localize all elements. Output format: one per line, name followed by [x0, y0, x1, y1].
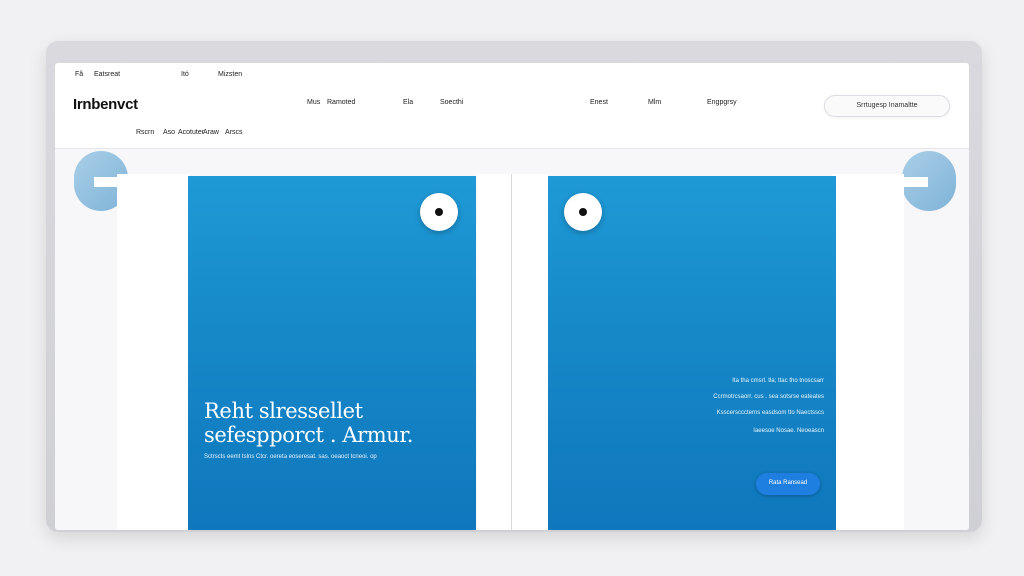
hero-headline-line2: sefespporct . Armur.	[204, 423, 414, 447]
main-nav-item[interactable]: Mlm	[648, 99, 661, 106]
card-copy-line: Ksscerscccterns easdsom tto Naectsscs	[716, 410, 824, 416]
main-nav-item[interactable]: Ela	[403, 99, 413, 106]
left-hero-card[interactable]: Reht slressellet sefespporct . Armur. Sc…	[188, 176, 476, 530]
search-input[interactable]: Srrtugesp Inamaltte	[824, 95, 950, 117]
sub-nav-item[interactable]: Araw	[203, 129, 219, 136]
top-nav-item[interactable]: Itó	[181, 71, 189, 78]
right-decor-shape	[902, 151, 956, 211]
content-stage: Reht slressellet sefespporct . Armur. Sc…	[55, 149, 969, 530]
toggle-dot-icon[interactable]	[420, 193, 458, 231]
search-label: Srrtugesp Inamaltte	[856, 102, 918, 109]
top-nav-item[interactable]: Mizsten	[218, 71, 242, 78]
toggle-dot-icon[interactable]	[564, 193, 602, 231]
browser-window: Fâ Eatsreat Itó Mizsten Irnbenvct Mus Ra…	[55, 63, 969, 530]
cta-button[interactable]: Rata Ransead	[756, 473, 820, 495]
card-copy-line: Ita tha cmsrl. tla; ttac tho tnoscsarr	[732, 378, 824, 384]
cta-label: Rata Ransead	[768, 480, 808, 486]
main-nav-item[interactable]: Ramoted	[327, 99, 355, 106]
hero-headline-line1: Reht slressellet	[204, 399, 363, 423]
right-hero-card[interactable]: Ita tha cmsrl. tla; ttac tho tnoscsarr C…	[548, 176, 836, 530]
sub-nav-item[interactable]: Arscs	[225, 129, 243, 136]
main-nav-item[interactable]: Soecthi	[440, 99, 463, 106]
sub-nav-item[interactable]: Rscrn	[136, 129, 154, 136]
top-nav-item[interactable]: Fâ	[75, 71, 83, 78]
card-copy-line: Iaeesoe Nosae. Neoeascn	[753, 428, 824, 434]
top-nav-item[interactable]: Eatsreat	[94, 71, 120, 78]
right-side-panel	[832, 174, 904, 530]
main-nav-item[interactable]: Mus	[307, 99, 320, 106]
right-gutter	[512, 174, 548, 530]
sub-nav-item[interactable]: Acotuter	[178, 129, 204, 136]
sub-nav-item[interactable]: Aso	[163, 129, 175, 136]
main-nav-item[interactable]: Engpgrsy	[707, 99, 737, 106]
site-header: Fâ Eatsreat Itó Mizsten Irnbenvct Mus Ra…	[55, 63, 969, 149]
left-side-panel	[117, 174, 189, 530]
main-nav-item[interactable]: Enest	[590, 99, 608, 106]
card-copy-line: Ccrmotrcsaorr. cus . sea sotsrse eateate…	[713, 394, 824, 400]
brand-logo[interactable]: Irnbenvct	[73, 96, 138, 113]
left-gutter	[477, 174, 511, 530]
hero-headline: Reht slressellet sefespporct . Armur.	[204, 399, 413, 447]
hero-subtext: Sctrscts eemt tslns Ctcr. oereta eoseres…	[204, 454, 377, 460]
